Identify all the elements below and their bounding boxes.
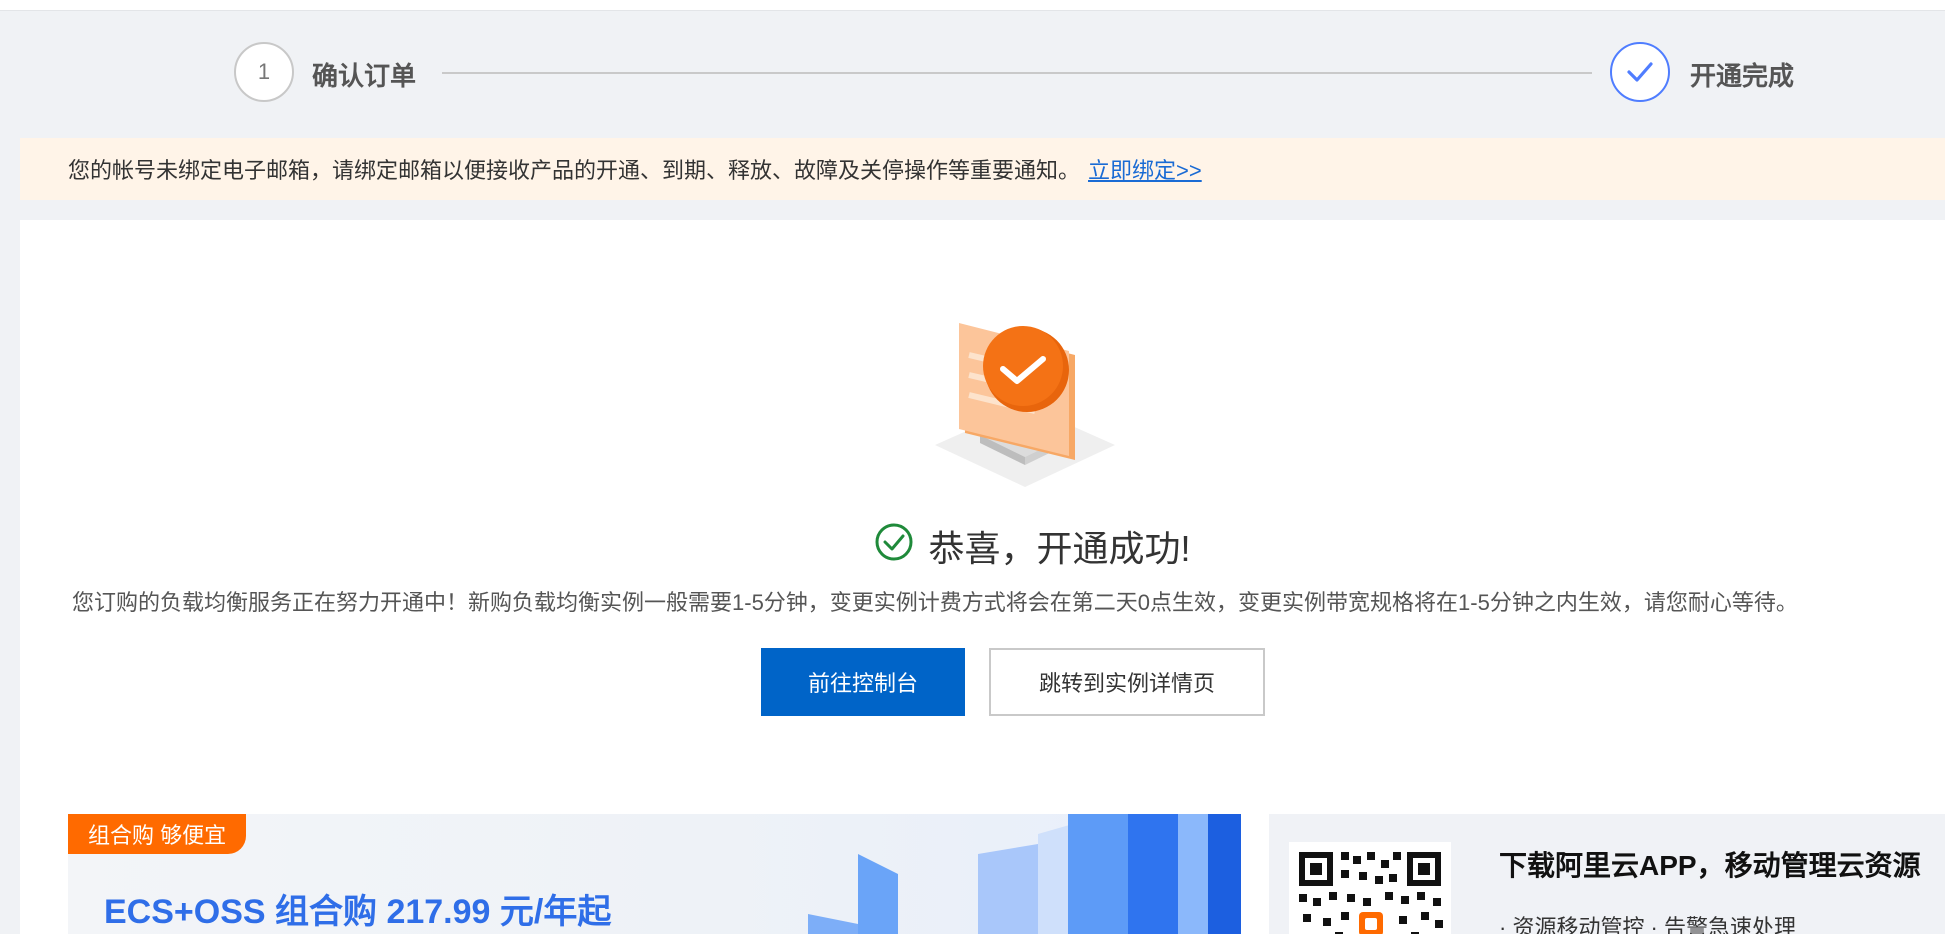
success-check-icon [874, 522, 914, 571]
step-2-label: 开通完成 [1690, 61, 1795, 91]
app-promo-features: · 资源移动管控 · 告警急速处理 [1499, 915, 1796, 934]
banner-title: ECS+OSS 组合购 217.99 元/年起 [104, 893, 612, 931]
email-binding-notice: 您的帐号未绑定电子邮箱，请绑定邮箱以便接收产品的开通、到期、释放、故障及关停操作… [20, 138, 1945, 200]
step-1-label: 确认订单 [312, 61, 417, 91]
success-monitor-illustration [935, 323, 1115, 487]
success-title-text: 恭喜，开通成功! [928, 528, 1191, 569]
step-connector-line [442, 72, 1592, 74]
cube-illustration [808, 814, 1241, 934]
qr-code-icon[interactable] [1289, 842, 1451, 934]
result-card: 恭喜，开通成功! 您订购的负载均衡服务正在努力开通中！新购负载均衡实例一般需要1… [20, 220, 1945, 934]
banner-tag: 组合购 够便宜 [68, 814, 247, 854]
success-heading: 恭喜，开通成功! [20, 520, 1945, 572]
notice-text: 您的帐号未绑定电子邮箱，请绑定邮箱以便接收产品的开通、到期、释放、故障及关停操作… [68, 158, 1081, 183]
step-1-number: 1 [234, 42, 294, 102]
app-promo-title: 下载阿里云APP，移动管理云资源 [1499, 850, 1921, 881]
instance-detail-button[interactable]: 跳转到实例详情页 [989, 648, 1265, 716]
step-2-check-icon [1610, 42, 1670, 102]
go-to-console-button[interactable]: 前往控制台 [761, 648, 965, 716]
ecs-oss-bundle-banner[interactable]: 组合购 够便宜 ECS+OSS 组合购 217.99 元/年起 [68, 814, 1241, 934]
bind-email-link[interactable]: 立即绑定>> [1088, 153, 1202, 185]
top-bar [0, 0, 1945, 11]
app-download-card: 下载阿里云APP，移动管理云资源 · 资源移动管控 · 告警急速处理 [1269, 814, 1945, 934]
progress-steps: 1 确认订单 开通完成 [0, 40, 1945, 110]
success-description: 您订购的负载均衡服务正在努力开通中！新购负载均衡实例一般需要1-5分钟，变更实例… [72, 590, 1798, 615]
